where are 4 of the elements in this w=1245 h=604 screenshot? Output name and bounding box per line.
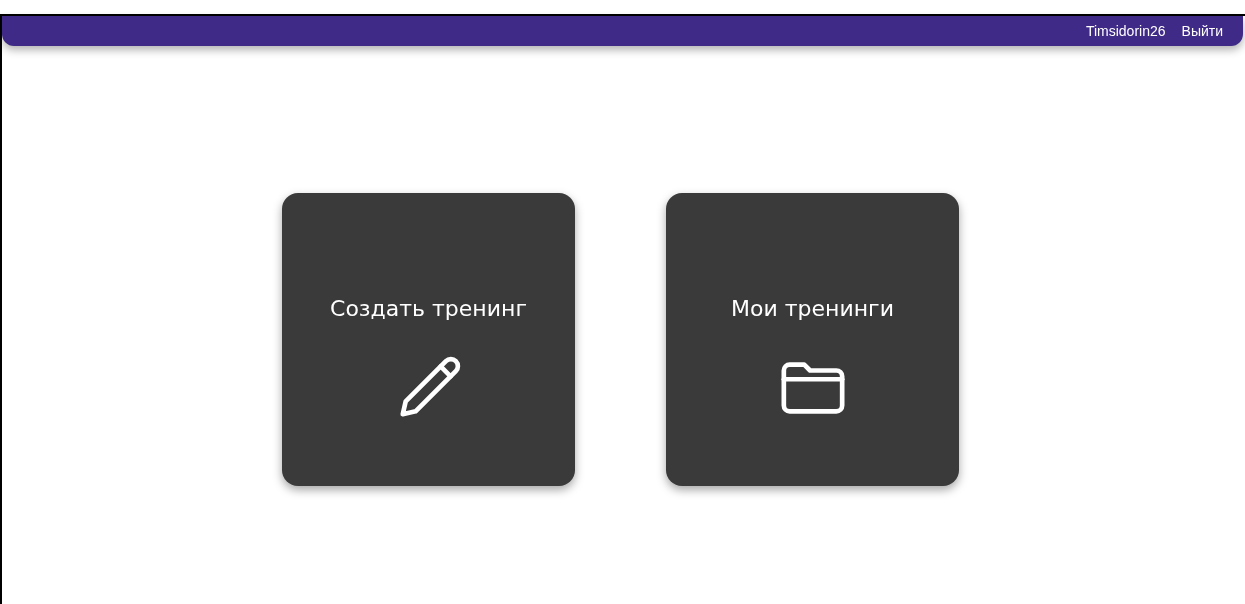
menu-card[interactable]: Создать тренинг	[282, 193, 575, 486]
username: Timsidorin26	[1085, 21, 1166, 41]
logout-link[interactable]: Выйти	[1181, 20, 1223, 42]
menu-card[interactable]: Мои тренинги	[666, 193, 959, 486]
